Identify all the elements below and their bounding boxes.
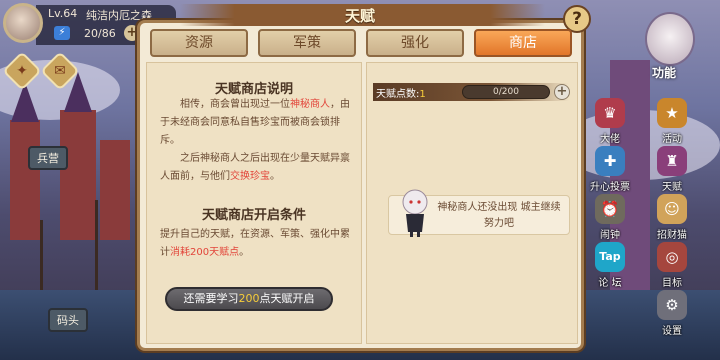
castle-roof (11, 82, 39, 122)
lightning-icon: ⚡ (54, 26, 70, 40)
tap-icon: Tap (595, 242, 625, 272)
side-item-alarm[interactable]: ⏰ 闹钟 (588, 194, 632, 241)
side-item-label: 天赋 (662, 182, 682, 193)
side-item-label: 设置 (662, 326, 682, 337)
star-badge-icon: ★ (657, 98, 687, 128)
tab-enhance[interactable]: 强化 (366, 29, 464, 57)
function-label: 功能 (652, 66, 677, 80)
function-avatar[interactable] (645, 12, 695, 66)
alarm-clock-icon: ⏰ (595, 194, 625, 224)
side-item-label: 活动 (662, 134, 682, 145)
energy-count: 20/86 (84, 27, 116, 40)
tab-resources[interactable]: 资源 (150, 29, 248, 57)
gear-icon: ⚙ (657, 290, 687, 320)
castle-tower (100, 140, 130, 240)
side-item-vote[interactable]: ✚ 升心投票 (588, 146, 632, 193)
side-item-label: 目标 (662, 278, 682, 289)
side-item-label: 大佬 (600, 134, 620, 145)
shop-intro-title: 天赋商店说明 (214, 82, 293, 97)
castle-tower (60, 110, 96, 240)
side-item-forum[interactable]: Tap 论 坛 (588, 242, 632, 289)
vote-icon: ✚ (595, 146, 625, 176)
target-icon: ◎ (657, 242, 687, 272)
modal-title: 天赋 (344, 7, 375, 25)
player-level: Lv.64 (48, 7, 78, 20)
tab-strategy[interactable]: 军策 (258, 29, 356, 57)
side-item-label: 闹钟 (600, 230, 620, 241)
side-item-talent[interactable]: ♜ 天赋 (650, 146, 694, 193)
side-item-label: 论 坛 (598, 278, 622, 289)
talent-points-label: 天赋点数:1 (376, 89, 426, 100)
side-item-label: 升心投票 (590, 182, 630, 193)
lucky-cat-icon: ☺ (657, 194, 687, 224)
tab-shop[interactable]: 商店 (474, 29, 572, 57)
open-conditions-title: 天赋商店开启条件 (201, 208, 306, 223)
open-conditions-paragraph: 提升自己的天赋，在资源、军策、强化中累计消耗200天赋点。 (160, 229, 350, 258)
merchant-avatar (402, 189, 428, 237)
side-item-lucky-cat[interactable]: ☺ 招财猫 (650, 194, 694, 241)
add-points-button[interactable]: + (554, 84, 570, 100)
player-avatar[interactable] (3, 3, 43, 43)
side-item-target[interactable]: ◎ 目标 (650, 242, 694, 289)
side-item-label: 招财猫 (657, 230, 687, 241)
crown-icon: ♛ (595, 98, 625, 128)
shop-intro-paragraph: 之后神秘商人之后出现在少量天赋异禀人面前，与他们交换珍宝。 (160, 153, 350, 182)
barracks-sign[interactable]: 兵营 (28, 146, 68, 170)
shop-intro-paragraph: 相传，商会曾出现过一位神秘商人，由于未经商会同意私自售珍宝而被商会锁排斥。 (160, 99, 350, 146)
dock-sign[interactable]: 码头 (48, 308, 88, 332)
castle-tower (10, 120, 40, 240)
side-item-activity[interactable]: ★ 活动 (650, 98, 694, 145)
talent-progress-text: 0/200 (493, 87, 519, 97)
talent-icon: ♜ (657, 146, 687, 176)
side-item-settings[interactable]: ⚙ 设置 (650, 290, 694, 337)
side-item-boss[interactable]: ♛ 大佬 (588, 98, 632, 145)
learn-talent-button[interactable]: 还需要学习200点天赋开启 (165, 287, 333, 311)
merchant-message: 神秘商人还没出现 城主继续努力吧 (437, 202, 561, 229)
